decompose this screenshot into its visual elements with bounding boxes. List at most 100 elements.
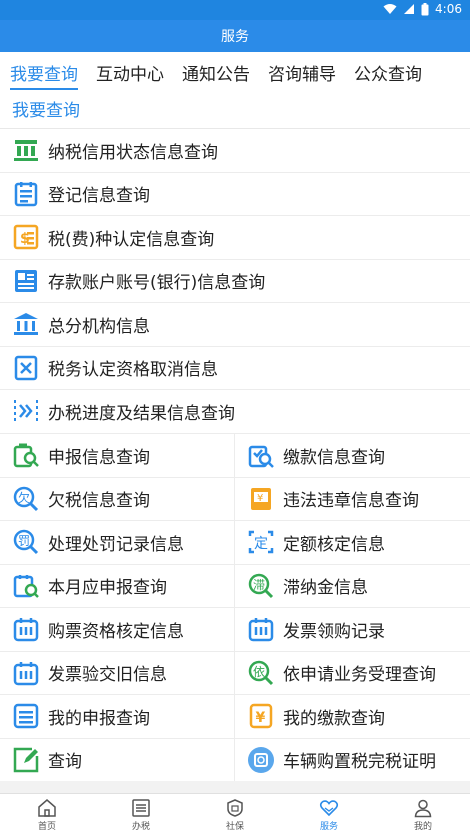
calendar-list-icon (12, 180, 40, 208)
bank-account-icon (12, 267, 40, 295)
tab-public-query[interactable]: 公众查询 (354, 52, 422, 92)
application-search-icon: 依 (247, 659, 275, 687)
payment-search-icon (247, 441, 275, 469)
grid-item-penalty[interactable]: 罚 处理处罚记录信息 (0, 521, 235, 564)
nav-social-security[interactable]: 社保 (188, 794, 282, 835)
grid-item-violation[interactable]: ¥ 违法违章信息查询 (235, 478, 470, 521)
my-declare-icon (12, 702, 40, 730)
grid-item-my-payment[interactable]: ¥ 我的缴款查询 (235, 695, 470, 738)
grid-item-quota[interactable]: 定 定额核定信息 (235, 521, 470, 564)
list-item-progress[interactable]: 办税进度及结果信息查询 (0, 390, 470, 434)
grid-row: 查询 车辆购置税完税证明 (0, 738, 470, 782)
grid-item-ticket-qualification[interactable]: 购票资格核定信息 (0, 608, 235, 651)
grid-item-label: 我的申报查询 (48, 708, 150, 729)
grid-item-label: 缴款信息查询 (283, 447, 385, 468)
home-icon (38, 798, 56, 817)
nav-service[interactable]: 服务 (282, 794, 376, 835)
grid-row: 欠 欠税信息查询 ¥ 违法违章信息查询 (0, 477, 470, 521)
bottom-spacer (0, 781, 470, 793)
list-item-label: 税务认定资格取消信息 (48, 360, 218, 381)
grid-item-label: 发票验交旧信息 (48, 665, 167, 686)
late-fee-icon: 滞 (247, 572, 275, 600)
tab-notice[interactable]: 通知公告 (182, 52, 250, 92)
nav-label: 我的 (413, 821, 432, 832)
status-icons: 4:06 (383, 2, 462, 16)
grid-item-invoice-verify[interactable]: 发票验交旧信息 (0, 651, 235, 694)
list-item-qualification-cancel[interactable]: 税务认定资格取消信息 (0, 347, 470, 390)
list-item-branch-info[interactable]: 总分机构信息 (0, 303, 470, 347)
svg-text:罚: 罚 (18, 534, 30, 548)
status-bar: 4:06 (0, 0, 470, 20)
nav-label: 服务 (319, 821, 338, 832)
list-item-credit-status[interactable]: 纳税信用状态信息查询 (0, 129, 470, 173)
grid-item-monthly-declare[interactable]: 本月应申报查询 (0, 564, 235, 607)
grid-item-owed-tax[interactable]: 欠 欠税信息查询 (0, 477, 235, 520)
grid-item-late-fee[interactable]: 滞 滞纳金信息 (235, 565, 470, 608)
edit-search-icon (12, 746, 40, 774)
invoice-record-icon (247, 615, 275, 643)
grid-item-label: 申报信息查询 (48, 447, 150, 468)
ticket-qualification-icon (12, 615, 40, 643)
my-payment-icon: ¥ (247, 702, 275, 730)
list-item-bank-account[interactable]: 存款账户账号(银行)信息查询 (0, 260, 470, 303)
wifi-icon (383, 4, 397, 14)
grid-item-label: 查询 (48, 752, 82, 773)
social-security-icon (227, 798, 243, 817)
nav-home[interactable]: 首页 (0, 794, 94, 835)
declare-search-icon (12, 441, 40, 469)
building-icon (12, 136, 40, 164)
grid-item-label: 违法违章信息查询 (283, 491, 419, 512)
section-title: 我要查询 (12, 101, 80, 121)
grid-item-invoice-record[interactable]: 发票领购记录 (235, 608, 470, 651)
grid-item-label: 定额核定信息 (283, 534, 385, 555)
monthly-declare-icon (12, 572, 40, 600)
status-time: 4:06 (435, 2, 462, 16)
svg-text:依: 依 (253, 664, 265, 679)
grid-row: 罚 处理处罚记录信息 定 定额核定信息 (0, 521, 470, 565)
grid-item-application[interactable]: 依 依申请业务受理查询 (235, 652, 470, 695)
bottom-nav: 首页 办税 社保 服务 我的 (0, 793, 470, 835)
grid-row: 购票资格核定信息 发票领购记录 (0, 608, 470, 652)
institution-icon (12, 310, 40, 338)
grid-item-label: 车辆购置税完税证明 (283, 752, 436, 773)
grid-item-label: 购票资格核定信息 (48, 621, 184, 642)
grid-row: 本月应申报查询 滞 滞纳金信息 (0, 564, 470, 608)
grid-item-label: 我的缴款查询 (283, 708, 385, 729)
grid-item-label: 滞纳金信息 (283, 578, 368, 599)
tax-handling-icon (132, 798, 150, 817)
grid-item-label: 依申请业务受理查询 (283, 665, 436, 686)
service-heart-icon (319, 799, 339, 816)
cancel-document-icon (12, 354, 40, 382)
grid-item-query[interactable]: 查询 (0, 738, 235, 781)
grid-item-declare-query[interactable]: 申报信息查询 (0, 434, 235, 477)
app-bar: 服务 (0, 20, 470, 52)
grid-item-vehicle-tax[interactable]: 车辆购置税完税证明 (235, 739, 470, 782)
nav-label: 社保 (225, 821, 244, 832)
list-item-registration[interactable]: 登记信息查询 (0, 173, 470, 216)
tab-query[interactable]: 我要查询 (10, 52, 78, 92)
battery-icon (421, 2, 429, 15)
nav-tax-handling[interactable]: 办税 (94, 794, 188, 835)
svg-text:滞: 滞 (253, 578, 265, 592)
progress-icon (12, 397, 40, 425)
quota-icon: 定 (247, 528, 275, 556)
list-item-label: 办税进度及结果信息查询 (48, 403, 235, 424)
grid-item-label: 本月应申报查询 (48, 578, 167, 599)
svg-text:定: 定 (254, 536, 268, 552)
list-item-label: 总分机构信息 (48, 316, 150, 337)
tab-consult[interactable]: 咨询辅导 (268, 52, 336, 92)
nav-label: 办税 (131, 821, 150, 832)
tab-interaction[interactable]: 互动中心 (96, 52, 164, 92)
page-title: 服务 (221, 29, 249, 45)
grid-item-payment-query[interactable]: 缴款信息查询 (235, 434, 470, 477)
grid-row: 我的申报查询 ¥ 我的缴款查询 (0, 695, 470, 739)
query-list: 纳税信用状态信息查询 登记信息查询 $ 税(费)种认定信息查询 存款账户账号(银… (0, 129, 470, 434)
list-item-tax-type[interactable]: $ 税(费)种认定信息查询 (0, 216, 470, 260)
tab-bar: 我要查询 互动中心 通知公告 咨询辅导 公众查询 (0, 52, 470, 92)
nav-label: 首页 (37, 821, 56, 832)
svg-text:¥: ¥ (256, 710, 266, 726)
grid-item-my-declare[interactable]: 我的申报查询 (0, 695, 235, 738)
nav-profile[interactable]: 我的 (376, 794, 470, 835)
list-item-label: 存款账户账号(银行)信息查询 (48, 273, 266, 294)
tax-document-icon: $ (12, 223, 40, 251)
